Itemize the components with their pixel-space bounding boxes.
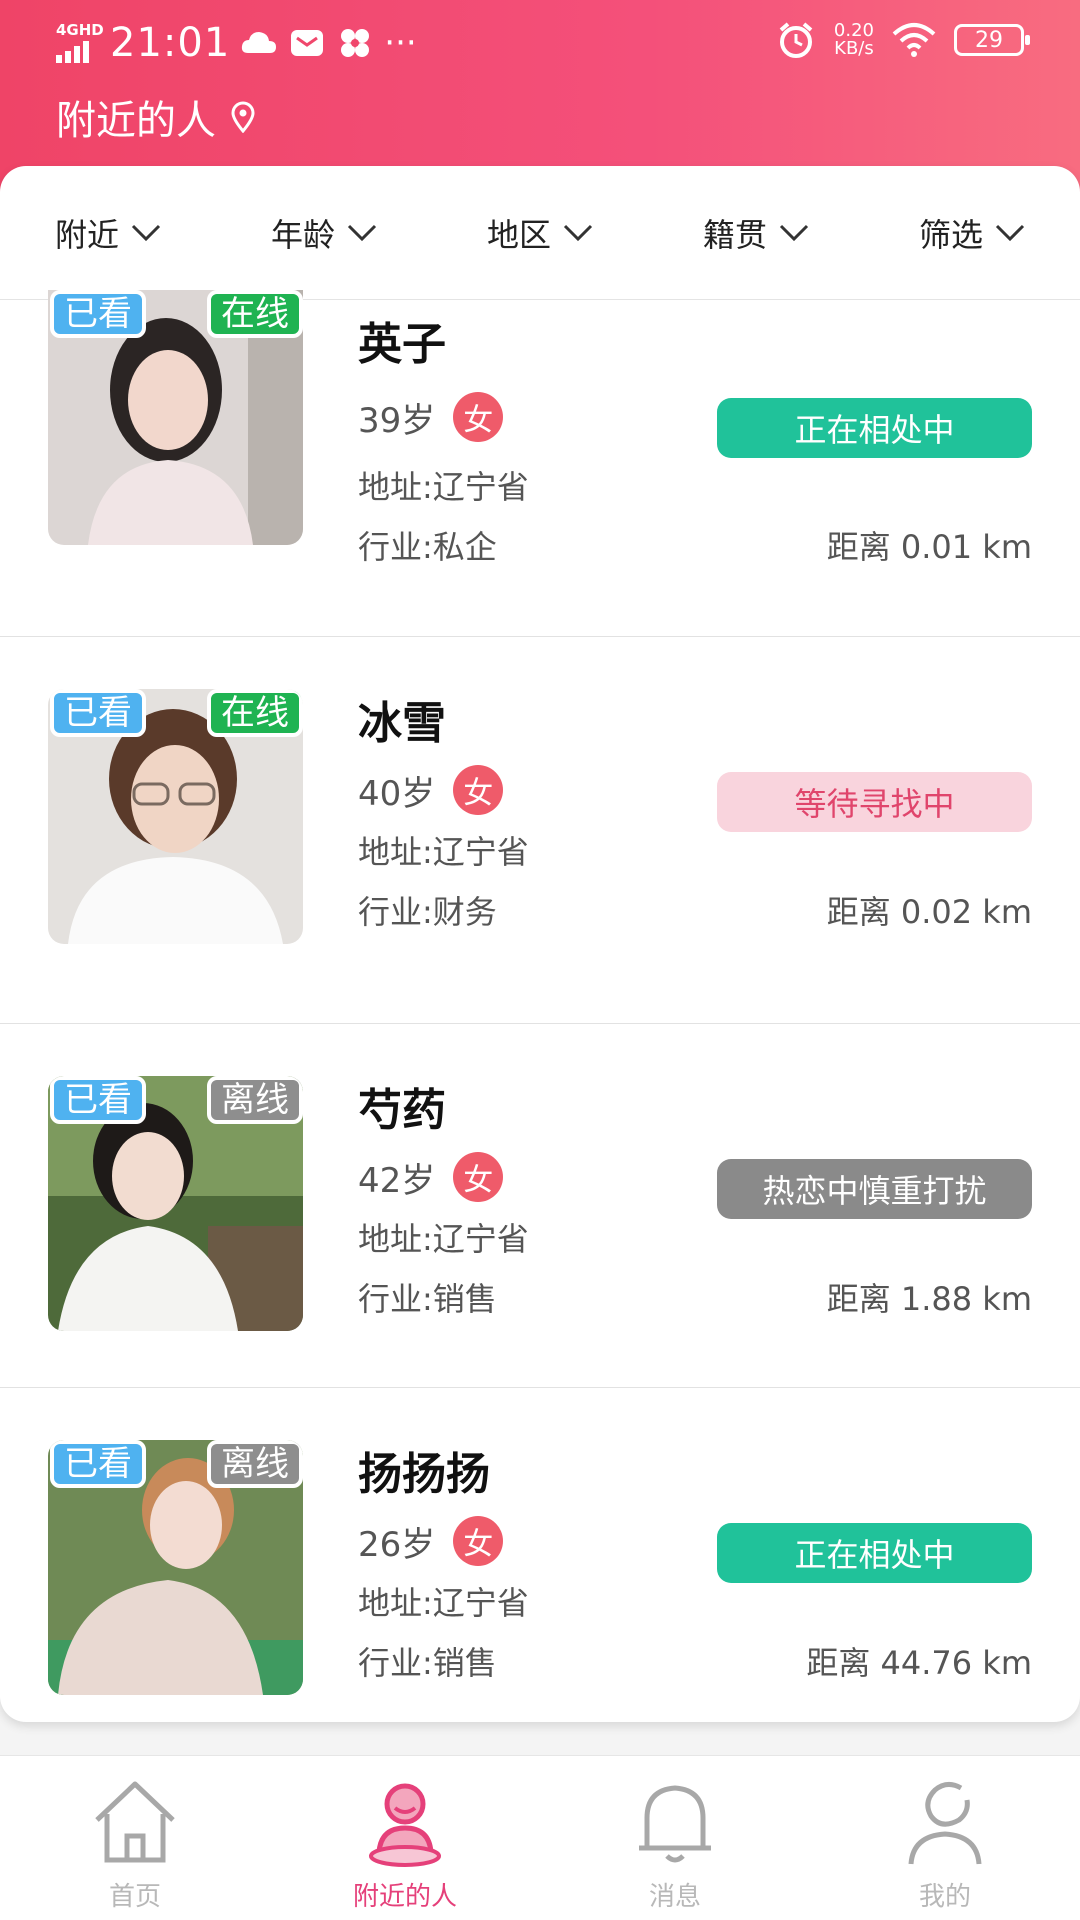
person-name: 冰雪 [358, 698, 446, 749]
filter-label: 附近 [54, 215, 119, 254]
filter-label: 籍贯 [702, 215, 767, 254]
list-item[interactable]: 已看 在线 冰雪 40岁 女 地址:辽宁省 行业:财务 等待寻找中 距离 0.0… [0, 637, 1080, 1024]
location-pin-icon[interactable] [230, 101, 256, 133]
chevron-down-icon [995, 224, 1025, 241]
fan-icon [341, 29, 370, 57]
bell-icon [639, 1785, 711, 1863]
filter-bar: 附近 年龄 地区 籍贯 筛选 [0, 166, 1080, 300]
avatar[interactable]: 已看 在线 [48, 290, 303, 545]
tab-nearby[interactable]: 附近的人 [270, 1756, 540, 1920]
person-name: 芍药 [358, 1085, 446, 1136]
page-title-text: 附近的人 [56, 98, 216, 144]
online-badge: 在线 [207, 689, 303, 737]
filter-region[interactable]: 地区 [432, 210, 648, 256]
list-item[interactable]: 已看 离线 扬扬扬 26岁 女 地址:辽宁省 行业:销售 正在相处中 距离 44… [0, 1388, 1080, 1718]
tab-messages[interactable]: 消息 [540, 1756, 810, 1920]
signal-icon [56, 39, 100, 63]
gender-badge: 女 [453, 765, 504, 815]
relationship-status-badge: 热恋中慎重打扰 [717, 1159, 1032, 1219]
relationship-status-badge: 正在相处中 [717, 398, 1032, 458]
age-text: 26岁 [358, 1524, 436, 1565]
person-age: 26岁 女 [358, 1516, 504, 1566]
wifi-icon [892, 23, 936, 57]
tab-label: 消息 [648, 1882, 701, 1912]
age-text: 42岁 [358, 1160, 436, 1201]
person-address: 地址:辽宁省 [358, 468, 529, 506]
chevron-down-icon [131, 224, 161, 241]
filter-nearby[interactable]: 附近 [0, 210, 216, 256]
person-industry: 行业:销售 [358, 1644, 497, 1682]
tab-label: 我的 [918, 1882, 971, 1912]
gender-badge: 女 [453, 1516, 504, 1566]
age-text: 40岁 [358, 773, 436, 814]
tab-label: 附近的人 [352, 1882, 457, 1912]
network-speed: 0.20 KB/s [834, 22, 874, 58]
status-bar: 4GHD 21:01 ··· 0.20 KB/s 29 [0, 0, 1080, 90]
person-distance: 距离 0.01 km [826, 528, 1032, 566]
filter-label: 筛选 [918, 215, 983, 254]
more-notifications-icon: ··· [384, 23, 417, 63]
person-age: 42岁 女 [358, 1152, 504, 1202]
list-item[interactable]: 已看 在线 英子 39岁 女 地址:辽宁省 行业:私企 正在相处中 距离 0.0… [0, 290, 1080, 637]
person-distance: 距离 0.02 km [826, 893, 1032, 931]
nearby-person-icon [369, 1783, 441, 1867]
person-address: 地址:辽宁省 [358, 1584, 529, 1622]
network-indicator: 4GHD [56, 21, 104, 63]
offline-badge: 离线 [207, 1440, 303, 1488]
avatar[interactable]: 已看 在线 [48, 689, 303, 944]
tab-label: 首页 [108, 1882, 161, 1912]
offline-badge: 离线 [207, 1076, 303, 1124]
speed-unit: KB/s [834, 38, 874, 59]
seen-badge: 已看 [50, 290, 146, 338]
seen-badge: 已看 [50, 1440, 146, 1488]
people-list: 已看 在线 英子 39岁 女 地址:辽宁省 行业:私企 正在相处中 距离 0.0… [0, 290, 1080, 1718]
list-item[interactable]: 已看 离线 芍药 42岁 女 地址:辽宁省 行业:销售 热恋中慎重打扰 距离 1… [0, 1024, 1080, 1388]
seen-badge: 已看 [50, 689, 146, 737]
person-age: 40岁 女 [358, 765, 504, 815]
clock: 21:01 [110, 20, 231, 66]
avatar[interactable]: 已看 离线 [48, 1440, 303, 1695]
person-distance: 距离 1.88 km [826, 1280, 1032, 1318]
tab-profile[interactable]: 我的 [810, 1756, 1080, 1920]
profile-icon [908, 1782, 982, 1865]
filter-hometown[interactable]: 籍贯 [648, 210, 864, 256]
online-badge: 在线 [207, 290, 303, 338]
gender-badge: 女 [453, 1152, 504, 1202]
seen-badge: 已看 [50, 1076, 146, 1124]
page-title: 附近的人 [56, 88, 256, 146]
filter-age[interactable]: 年龄 [216, 210, 432, 256]
home-icon [95, 1781, 175, 1863]
person-industry: 行业:财务 [358, 893, 497, 931]
relationship-status-badge: 等待寻找中 [717, 772, 1032, 832]
network-label: 4GHD [56, 21, 104, 39]
person-age: 39岁 女 [358, 392, 504, 442]
chevron-down-icon [563, 224, 593, 241]
person-industry: 行业:销售 [358, 1280, 497, 1318]
age-text: 39岁 [358, 400, 436, 441]
alarm-icon [779, 22, 813, 58]
chevron-down-icon [347, 224, 377, 241]
person-name: 英子 [358, 319, 446, 370]
battery-indicator: 29 [954, 24, 1030, 56]
person-distance: 距离 44.76 km [806, 1644, 1032, 1682]
tab-home[interactable]: 首页 [0, 1756, 270, 1920]
filter-more[interactable]: 筛选 [864, 210, 1080, 256]
person-industry: 行业:私企 [358, 528, 497, 566]
filter-label: 地区 [486, 215, 551, 254]
gender-badge: 女 [453, 392, 504, 442]
content-card: 附近 年龄 地区 籍贯 筛选 已看 在线 英子 39岁 女 地址:辽宁省 行业:… [0, 166, 1080, 1722]
cloud-icon [242, 32, 277, 53]
person-address: 地址:辽宁省 [358, 833, 529, 871]
person-address: 地址:辽宁省 [358, 1220, 529, 1258]
relationship-status-badge: 正在相处中 [717, 1523, 1032, 1583]
filter-label: 年龄 [270, 215, 335, 254]
mail-icon [291, 30, 324, 56]
bottom-tab-bar: 首页 附近的人 消息 我的 [0, 1755, 1080, 1920]
avatar[interactable]: 已看 离线 [48, 1076, 303, 1331]
chevron-down-icon [779, 224, 809, 241]
person-name: 扬扬扬 [358, 1449, 490, 1500]
